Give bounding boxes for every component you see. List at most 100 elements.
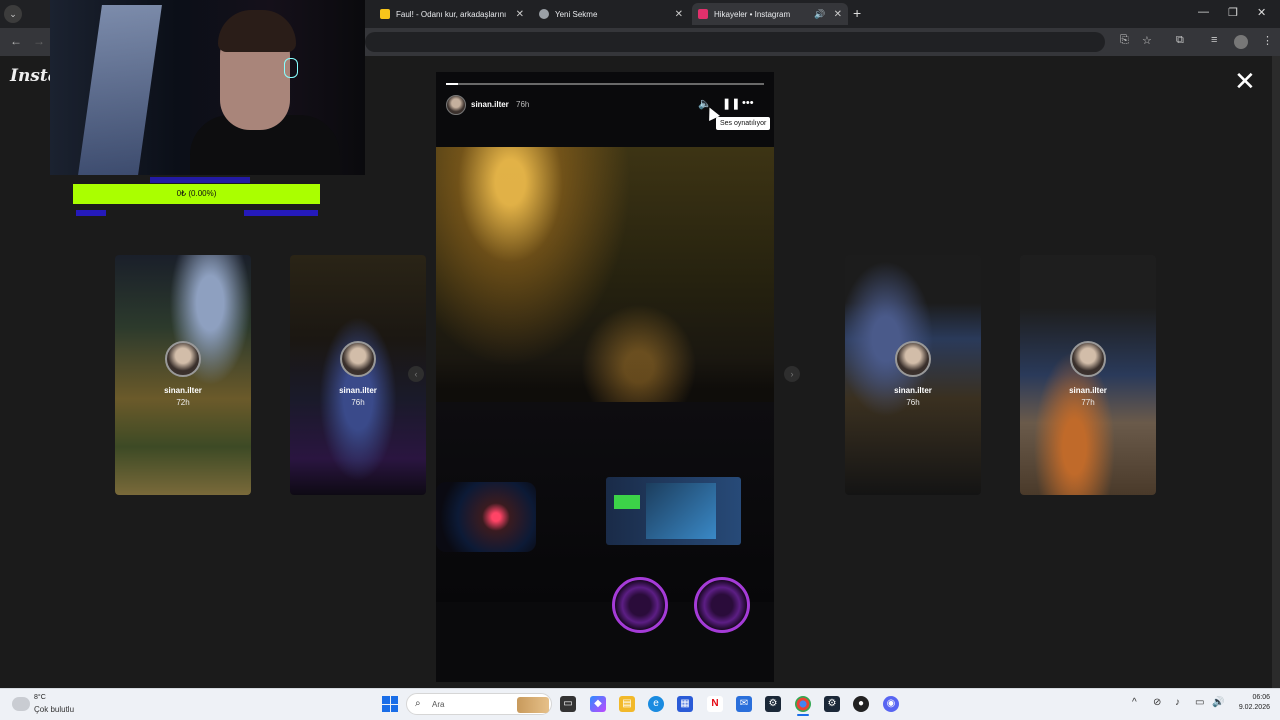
goal-start-mark: [76, 210, 106, 216]
tray-overflow-icon[interactable]: ^: [1132, 697, 1137, 708]
extensions-icon[interactable]: ⧉: [1176, 34, 1184, 47]
story-username[interactable]: sinan.ilter: [471, 100, 509, 109]
media-control-icon[interactable]: ≡: [1211, 34, 1217, 46]
infotainment-screen: [606, 477, 741, 545]
card-time: 72h: [176, 398, 190, 407]
system-clock[interactable]: 06:06 9.02.2026: [1230, 693, 1270, 713]
goal-end-mark: [244, 210, 318, 216]
card-username: sinan.ilter: [339, 386, 377, 395]
close-icon[interactable]: ✕: [675, 9, 683, 20]
address-bar[interactable]: [365, 32, 1105, 52]
steam-alt-icon[interactable]: ⚙: [824, 696, 840, 712]
network-icon[interactable]: ⊘: [1153, 697, 1161, 708]
store-icon[interactable]: ▦: [677, 696, 693, 712]
sound-tooltip: Ses oynatılıyor: [716, 117, 771, 130]
instrument-cluster: [436, 482, 536, 552]
microphone-icon[interactable]: ♪: [1175, 697, 1180, 708]
tab-label: Hikayeler • Instagram: [714, 9, 791, 19]
menu-dots-icon[interactable]: ⋮: [1262, 34, 1273, 47]
close-window-icon[interactable]: ✕: [1257, 6, 1266, 19]
webcam-overlay: [50, 0, 365, 175]
scrollbar[interactable]: [1272, 56, 1280, 688]
speaker-icon[interactable]: 🔊: [814, 9, 825, 20]
story-card[interactable]: sinan.ilter 72h: [115, 255, 251, 495]
netflix-icon[interactable]: N: [707, 696, 723, 712]
avatar: [895, 341, 931, 377]
profile-avatar[interactable]: [1234, 35, 1248, 49]
faul-favicon-icon: [380, 9, 390, 19]
windows-start-icon[interactable]: [382, 696, 398, 712]
weather-description[interactable]: Çok bulutlu: [34, 705, 74, 714]
ambient-vent: [694, 577, 750, 633]
tab-label: Yeni Sekme: [555, 9, 598, 19]
install-app-icon[interactable]: ⎘: [1120, 34, 1129, 47]
story-card[interactable]: sinan.ilter 76h: [290, 255, 426, 495]
screen-widget: [614, 495, 640, 509]
github-icon[interactable]: ●: [853, 696, 869, 712]
avatar: [340, 341, 376, 377]
card-time: 76h: [906, 398, 920, 407]
restore-icon[interactable]: ❐: [1228, 6, 1238, 19]
story-time: 76h: [516, 100, 530, 109]
close-icon[interactable]: ✕: [834, 9, 842, 20]
avatar: [1070, 341, 1106, 377]
search-highlight-image: [517, 697, 549, 713]
avatar: [165, 341, 201, 377]
search-icon: ⌕: [415, 698, 421, 709]
story-progress-track: [446, 83, 764, 85]
pause-icon[interactable]: ❚❚: [722, 97, 740, 110]
chrome-icon[interactable]: [795, 696, 811, 712]
donation-goal-bar: 0₺ (0.00%): [73, 184, 320, 204]
task-view-icon[interactable]: ▭: [560, 696, 576, 712]
story-card[interactable]: sinan.ilter 77h: [1020, 255, 1156, 495]
globe-icon: [539, 9, 549, 19]
clock-date: 9.02.2026: [1238, 704, 1270, 711]
active-app-indicator: [797, 714, 809, 716]
goal-title-bar: [150, 177, 250, 183]
file-explorer-icon[interactable]: ▤: [619, 696, 635, 712]
monitor: [78, 5, 162, 175]
search-placeholder: Ara: [432, 700, 445, 709]
tab-label: Faul! - Odanı kur, arkadaşlarını: [396, 9, 507, 19]
discord-icon[interactable]: ◉: [883, 696, 899, 712]
card-time: 77h: [1081, 398, 1095, 407]
minimize-icon[interactable]: —: [1198, 6, 1209, 18]
tab-search-button[interactable]: ⌄: [4, 5, 22, 23]
navigation-map: [646, 483, 716, 539]
cloud-icon[interactable]: [12, 697, 30, 711]
outlook-icon[interactable]: ✉: [736, 696, 752, 712]
close-icon[interactable]: ✕: [516, 9, 524, 20]
close-story-icon[interactable]: ✕: [1234, 68, 1256, 94]
headset-light: [284, 58, 298, 78]
story-progress-fill: [446, 83, 458, 85]
card-username: sinan.ilter: [164, 386, 202, 395]
story-viewer[interactable]: sinan.ilter 76h 🔈 ❚❚ •••: [436, 72, 774, 682]
bookmark-star-icon[interactable]: ☆: [1142, 34, 1152, 47]
tab-new-tab[interactable]: Yeni Sekme ✕: [533, 3, 689, 25]
card-time: 76h: [351, 398, 365, 407]
tab-faul[interactable]: Faul! - Odanı kur, arkadaşlarını ✕: [374, 3, 530, 25]
previous-story-icon[interactable]: ‹: [408, 366, 424, 382]
tab-instagram[interactable]: Hikayeler • Instagram 🔊 ✕: [692, 3, 848, 25]
new-tab-button[interactable]: +: [853, 5, 861, 21]
steam-icon[interactable]: ⚙: [765, 696, 781, 712]
next-story-icon[interactable]: ›: [784, 366, 800, 382]
edge-icon[interactable]: e: [648, 696, 664, 712]
card-username: sinan.ilter: [1069, 386, 1107, 395]
weather-temperature[interactable]: 8°C: [34, 694, 46, 701]
taskbar-search[interactable]: ⌕ Ara: [406, 693, 552, 715]
more-options-icon[interactable]: •••: [742, 97, 754, 109]
person-hair: [218, 10, 296, 52]
volume-icon[interactable]: 🔊: [1212, 697, 1224, 708]
card-username: sinan.ilter: [894, 386, 932, 395]
story-card[interactable]: sinan.ilter 76h: [845, 255, 981, 495]
taskbar: [0, 688, 1280, 720]
story-avatar[interactable]: [446, 95, 466, 115]
back-icon[interactable]: ←: [10, 34, 22, 48]
ambient-vent: [612, 577, 668, 633]
instagram-favicon-icon: [698, 9, 708, 19]
forward-icon[interactable]: →: [33, 34, 45, 48]
copilot-icon[interactable]: ◆: [590, 696, 606, 712]
display-icon[interactable]: ▭: [1195, 697, 1204, 708]
story-photo: [436, 147, 774, 633]
